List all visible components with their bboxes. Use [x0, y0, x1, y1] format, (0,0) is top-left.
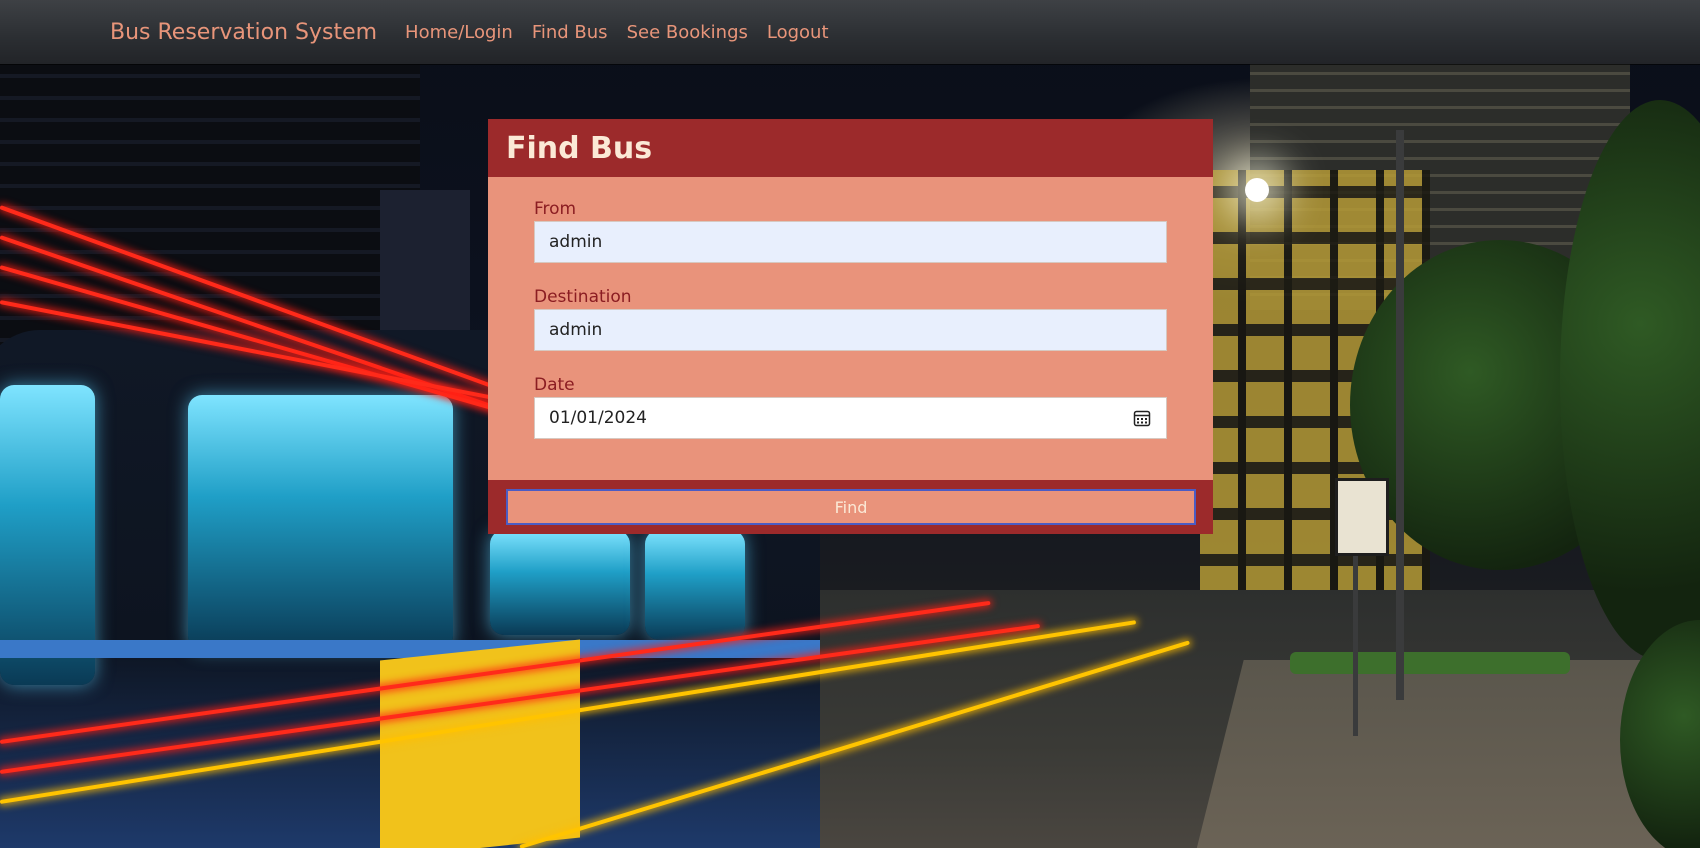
- nav-home-login[interactable]: Home/Login: [405, 22, 513, 43]
- street-lamp-light: [1245, 178, 1269, 202]
- nav-logout[interactable]: Logout: [767, 22, 829, 43]
- navbar: Bus Reservation System Home/Login Find B…: [0, 0, 1700, 64]
- from-label: From: [534, 199, 577, 219]
- bus-advert: [380, 639, 580, 848]
- date-input[interactable]: [534, 397, 1167, 439]
- card-footer: Find: [488, 480, 1213, 534]
- brand-link[interactable]: Bus Reservation System: [110, 20, 377, 45]
- find-bus-card: Find Bus From Destination Date: [488, 119, 1213, 534]
- bus-window: [645, 530, 745, 640]
- from-group: From: [534, 197, 1167, 263]
- destination-input[interactable]: [534, 309, 1167, 351]
- destination-label: Destination: [534, 287, 632, 307]
- card-header: Find Bus: [488, 119, 1213, 177]
- date-label: Date: [534, 375, 575, 395]
- card-body: From Destination Date: [488, 177, 1213, 480]
- pedestrian-sign: [1335, 478, 1389, 556]
- date-field: [534, 397, 1167, 439]
- date-group: Date: [534, 373, 1167, 439]
- grass-strip: [1290, 652, 1570, 674]
- street-lamp-pole: [1396, 130, 1404, 700]
- bus-window: [490, 530, 630, 635]
- calendar-icon[interactable]: [1133, 409, 1151, 427]
- bus-window: [188, 395, 453, 650]
- nav-find-bus[interactable]: Find Bus: [532, 22, 608, 43]
- destination-group: Destination: [534, 285, 1167, 351]
- nav-see-bookings[interactable]: See Bookings: [627, 22, 748, 43]
- sign-pole: [1353, 556, 1358, 736]
- from-input[interactable]: [534, 221, 1167, 263]
- find-button[interactable]: Find: [506, 489, 1196, 525]
- building-left-small: [380, 190, 470, 340]
- card-title: Find Bus: [506, 130, 653, 166]
